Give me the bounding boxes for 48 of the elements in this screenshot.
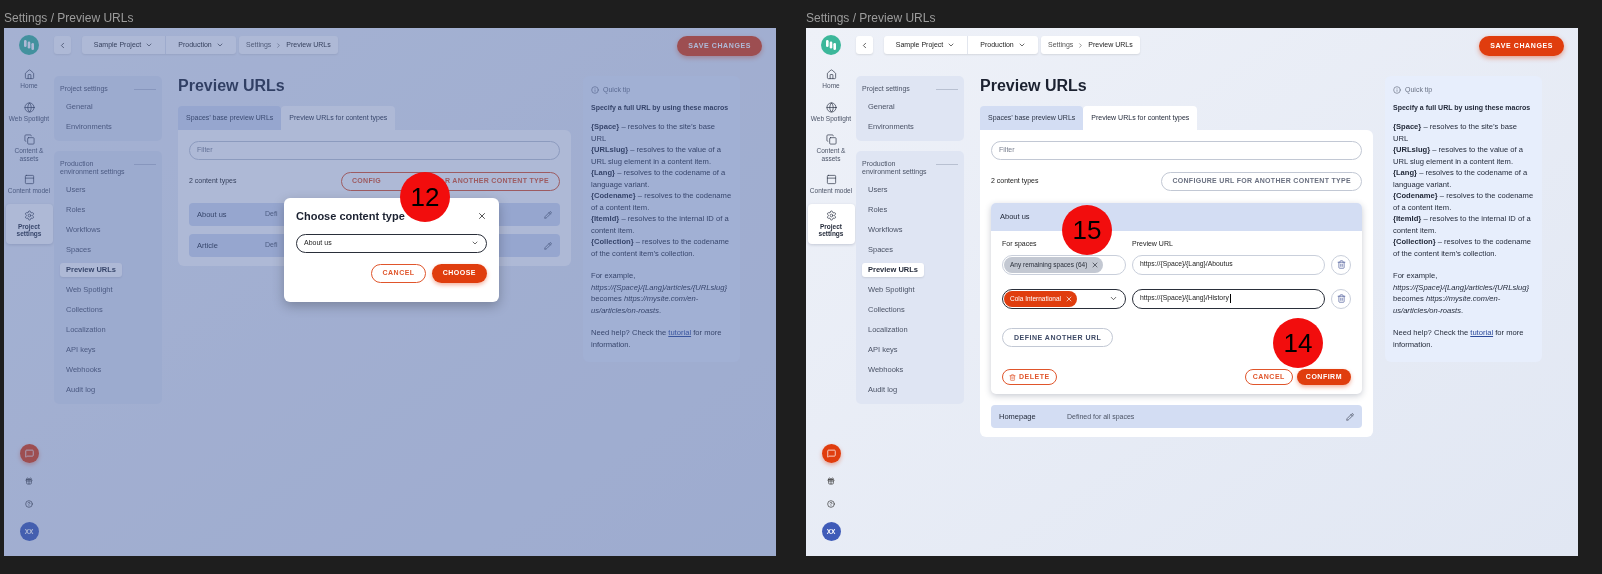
- chevron-down-icon: [215, 41, 224, 49]
- step-number-badge: 14: [1273, 318, 1323, 369]
- edit-icon[interactable]: [544, 241, 552, 250]
- info-icon: [1393, 85, 1401, 94]
- chevron-down-icon: [471, 239, 479, 247]
- remove-icon[interactable]: [1091, 260, 1100, 269]
- panel-icon: [825, 174, 837, 185]
- home-icon: [825, 69, 837, 80]
- chevron-right-icon: [275, 41, 283, 49]
- chevron-down-icon: [1017, 41, 1026, 49]
- chat-button[interactable]: [821, 444, 841, 463]
- info-icon: [591, 85, 599, 94]
- edit-icon[interactable]: [1346, 412, 1354, 421]
- settings-icon: [23, 209, 35, 221]
- chat-button[interactable]: [19, 444, 39, 463]
- chevron-left-icon: [860, 40, 869, 50]
- dialog-title: Choose content type: [296, 209, 405, 224]
- chat-icon: [826, 449, 836, 458]
- globe-icon: [825, 101, 837, 113]
- logo-icon: [19, 35, 39, 55]
- stacked-pages-icon: [23, 134, 35, 145]
- gift-icon[interactable]: [827, 477, 835, 485]
- panel-icon: [23, 174, 35, 185]
- frame-label: Settings / Preview URLs: [806, 10, 937, 27]
- logo-icon: [821, 35, 841, 55]
- page-title: Preview URLs: [178, 76, 286, 96]
- chevron-left-icon: [58, 40, 67, 50]
- globe-icon: [23, 101, 35, 113]
- trash-icon: [1336, 260, 1346, 269]
- remove-icon[interactable]: [1064, 294, 1073, 303]
- trash-icon: [1009, 373, 1016, 381]
- gift-icon[interactable]: [25, 477, 33, 485]
- chevron-down-icon[interactable]: [1109, 294, 1118, 303]
- close-icon[interactable]: [477, 211, 487, 222]
- step-number-badge: 15: [1062, 205, 1112, 255]
- chevron-down-icon: [947, 41, 956, 49]
- page-title: Preview URLs: [980, 76, 1088, 96]
- chat-icon: [24, 449, 34, 458]
- chevron-right-icon: [1077, 41, 1085, 49]
- stacked-pages-icon: [825, 134, 837, 145]
- trash-icon: [1336, 294, 1346, 303]
- home-icon: [23, 69, 35, 80]
- help-icon[interactable]: [25, 500, 33, 508]
- settings-icon: [825, 209, 837, 221]
- frame-label: Settings / Preview URLs: [4, 10, 135, 27]
- edit-icon[interactable]: [544, 210, 552, 219]
- help-icon[interactable]: [827, 500, 835, 508]
- chevron-down-icon: [145, 41, 154, 49]
